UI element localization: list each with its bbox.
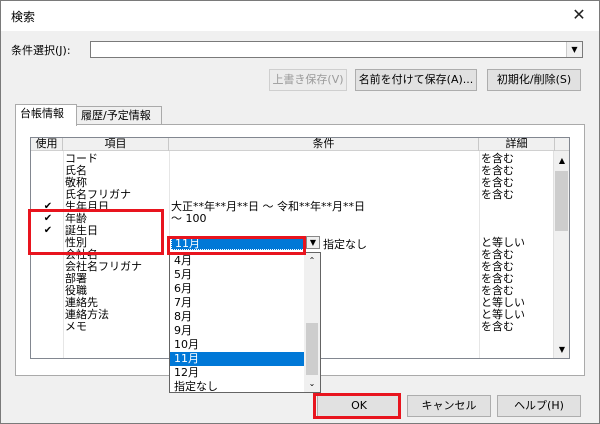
close-icon[interactable]: ✕ — [567, 4, 591, 26]
row-detail[interactable]: を含む — [481, 321, 514, 333]
checkmark-icon[interactable]: ✔ — [41, 225, 55, 237]
scroll-down-icon[interactable]: ⌄ — [304, 377, 320, 391]
checkmark-icon[interactable]: ✔ — [41, 213, 55, 225]
scroll-up-icon[interactable]: ▲ — [554, 153, 569, 169]
help-button[interactable]: ヘルプ(H) — [497, 395, 581, 417]
row-condition[interactable]: ～ 100 — [171, 213, 481, 225]
header-use[interactable]: 使用 — [31, 138, 63, 151]
window-title: 検索 — [11, 10, 36, 24]
dropdown-option[interactable]: 指定なし — [170, 380, 304, 394]
dropdown-option[interactable]: 11月 — [170, 352, 304, 366]
reset-delete-button[interactable]: 初期化/削除(S) — [487, 69, 581, 91]
condition-select-label: 条件選択(J): — [11, 44, 71, 57]
birthday-month-field[interactable]: 11月 — [171, 236, 305, 250]
chevron-down-icon[interactable]: ▼ — [306, 236, 320, 249]
search-dialog: 検索 ✕ 条件選択(J): ▼ 上書き保存(V) 名前を付けて保存(A)... … — [0, 0, 600, 424]
condition-select[interactable]: ▼ — [90, 41, 583, 58]
dropdown-option[interactable]: 10月 — [170, 338, 304, 352]
checkmark-icon[interactable]: ✔ — [41, 201, 55, 213]
scroll-thumb[interactable] — [555, 171, 568, 231]
title-bar: 検索 ✕ — [1, 1, 599, 31]
dialog-body: 条件選択(J): ▼ 上書き保存(V) 名前を付けて保存(A)... 初期化/削… — [1, 31, 599, 423]
table-row[interactable]: 氏名 を含む — [31, 165, 555, 177]
dropdown-scrollbar[interactable]: ⌃ ⌄ — [304, 253, 320, 392]
ok-button[interactable]: OK — [317, 395, 401, 417]
row-condition[interactable]: 大正**年**月**日 ～ 令和**年**月**日 — [171, 201, 481, 213]
header-condition[interactable]: 条件 — [169, 138, 479, 151]
scroll-thumb[interactable] — [306, 323, 318, 375]
dropdown-option[interactable]: 4月 — [170, 254, 304, 268]
tab-history-schedule[interactable]: 履歴/予定情報 — [76, 106, 162, 126]
overwrite-save-button[interactable]: 上書き保存(V) — [269, 69, 347, 91]
scroll-up-icon[interactable]: ⌃ — [304, 254, 320, 268]
cancel-button[interactable]: キャンセル — [407, 395, 491, 417]
dropdown-option[interactable]: 9月 — [170, 324, 304, 338]
row-item-label: メモ — [65, 320, 87, 333]
table-row[interactable]: ✔ 生年月日 大正**年**月**日 ～ 令和**年**月**日 — [31, 201, 555, 213]
dropdown-option[interactable]: 7月 — [170, 296, 304, 310]
save-as-button[interactable]: 名前を付けて保存(A)... — [355, 69, 477, 91]
header-detail[interactable]: 詳細 — [479, 138, 555, 151]
table-row[interactable]: ✔ 年齢 ～ 100 — [31, 213, 555, 225]
row-detail[interactable]: を含む — [481, 189, 514, 201]
tab-ledger-info[interactable]: 台帳情報 — [15, 104, 77, 126]
table-row[interactable]: コード を含む — [31, 153, 555, 165]
grid-header: 使用 項目 条件 詳細 — [31, 138, 569, 151]
dropdown-option[interactable]: 12月 — [170, 366, 304, 380]
grid-scrollbar[interactable]: ▲ ▼ — [553, 151, 569, 358]
chevron-down-icon[interactable]: ▼ — [566, 42, 582, 57]
birthday-suffix: 指定なし — [323, 238, 367, 251]
header-item[interactable]: 項目 — [63, 138, 169, 151]
month-dropdown-list[interactable]: 4月 5月 6月 7月 8月 9月 10月 11月 12月 指定なし ⌃ ⌄ — [169, 252, 321, 393]
dropdown-option[interactable]: 8月 — [170, 310, 304, 324]
dropdown-option[interactable]: 6月 — [170, 282, 304, 296]
scroll-down-icon[interactable]: ▼ — [554, 342, 569, 358]
dropdown-option[interactable]: 5月 — [170, 268, 304, 282]
